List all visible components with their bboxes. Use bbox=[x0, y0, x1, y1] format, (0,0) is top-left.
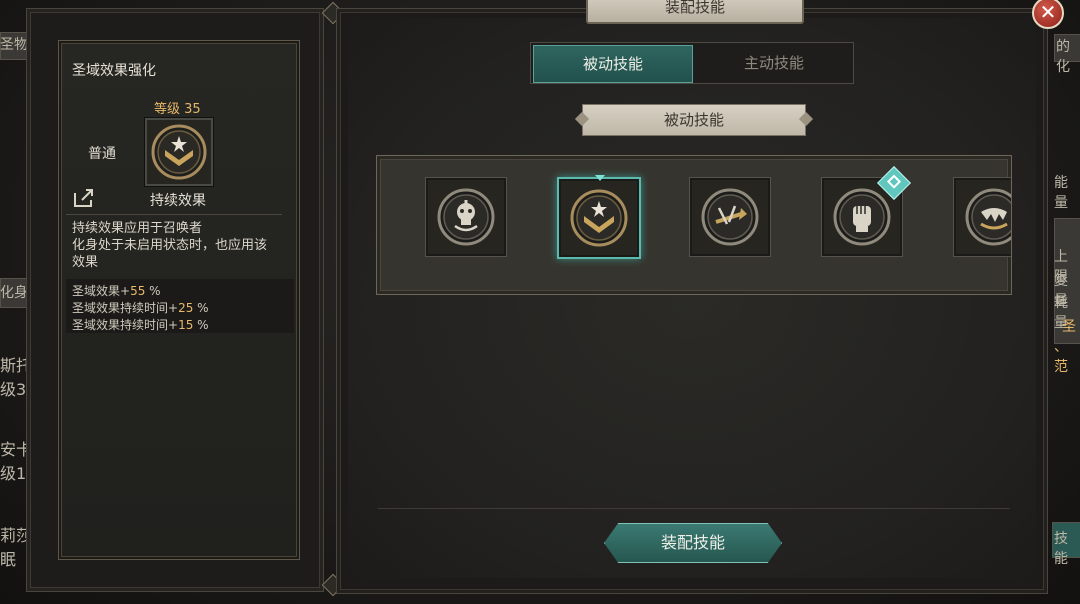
stat-line: 圣域效果持续时间+25 % bbox=[72, 299, 209, 316]
equip-skills-panel bbox=[348, 18, 1036, 578]
bg-text: 圣 bbox=[1062, 319, 1076, 335]
skill-slot[interactable] bbox=[557, 175, 641, 259]
chevron-star-icon bbox=[570, 189, 628, 247]
stat-label: 圣域效果持续时间+ bbox=[72, 301, 179, 315]
skill-slot[interactable] bbox=[953, 177, 1011, 257]
description-line: 效果 bbox=[72, 255, 99, 270]
share-button[interactable] bbox=[72, 187, 96, 209]
skill-name: 持续效果 bbox=[150, 193, 206, 209]
tab-passive[interactable]: 被动技能 bbox=[533, 45, 693, 83]
stat-unit: % bbox=[193, 301, 209, 315]
stat-line: 圣域效果持续时间+15 % bbox=[72, 316, 209, 333]
stat-value: 25 bbox=[178, 301, 194, 315]
badge-square-icon bbox=[886, 174, 902, 189]
chevron-star-icon bbox=[151, 124, 207, 180]
skill-tier: 普通 bbox=[88, 146, 116, 162]
fist-icon bbox=[833, 188, 891, 246]
skill-type-tabs: 被动技能 主动技能 bbox=[530, 42, 854, 84]
divider bbox=[378, 508, 1010, 509]
skill-detail-icon-frame bbox=[145, 118, 213, 186]
share-icon bbox=[74, 189, 93, 207]
tab-active[interactable]: 主动技能 bbox=[694, 43, 854, 83]
stat-value: 55 bbox=[130, 284, 146, 298]
stat-line: 圣域效果+55 % bbox=[72, 282, 161, 299]
bg-text: 眠 bbox=[0, 550, 17, 569]
close-icon: ✕ bbox=[1039, 0, 1057, 24]
bg-text: 化身 bbox=[0, 285, 28, 301]
skill-detail-title: 圣域效果强化 bbox=[72, 63, 156, 79]
divider bbox=[66, 214, 282, 215]
stat-unit: % bbox=[145, 284, 161, 298]
bg-text: 、范 bbox=[1054, 339, 1068, 375]
stat-label: 圣域效果+ bbox=[72, 284, 131, 298]
skill-level: 等级 35 bbox=[154, 102, 201, 117]
stat-value: 15 bbox=[178, 318, 194, 332]
selected-marker-icon bbox=[595, 175, 605, 181]
stat-unit: % bbox=[193, 318, 209, 332]
equip-skill-button[interactable]: 装配技能 bbox=[604, 523, 782, 563]
skill-slot[interactable] bbox=[689, 177, 771, 257]
skill-slot[interactable] bbox=[425, 177, 507, 257]
description-line: 持续效果应用于召唤者 bbox=[72, 221, 203, 236]
section-title: 被动技能 bbox=[582, 104, 806, 136]
bg-text: 圣物 bbox=[0, 37, 28, 53]
bg-text: 能量 bbox=[1054, 175, 1068, 211]
bg-text: 技能 bbox=[1054, 531, 1068, 567]
bg-text: 的化 bbox=[1056, 39, 1070, 75]
description-line: 化身处于未启用状态时，也应用该 bbox=[72, 238, 268, 253]
fang-icon bbox=[965, 188, 1011, 246]
stat-label: 圣域效果持续时间+ bbox=[72, 318, 179, 332]
window-title: 装配技能 bbox=[586, 0, 804, 24]
crossed-arrows-icon bbox=[701, 188, 759, 246]
skull-anchor-icon bbox=[437, 188, 495, 246]
skill-list bbox=[376, 155, 1012, 295]
skill-description: 持续效果应用于召唤者 化身处于未启用状态时，也应用该 效果 bbox=[72, 220, 292, 271]
